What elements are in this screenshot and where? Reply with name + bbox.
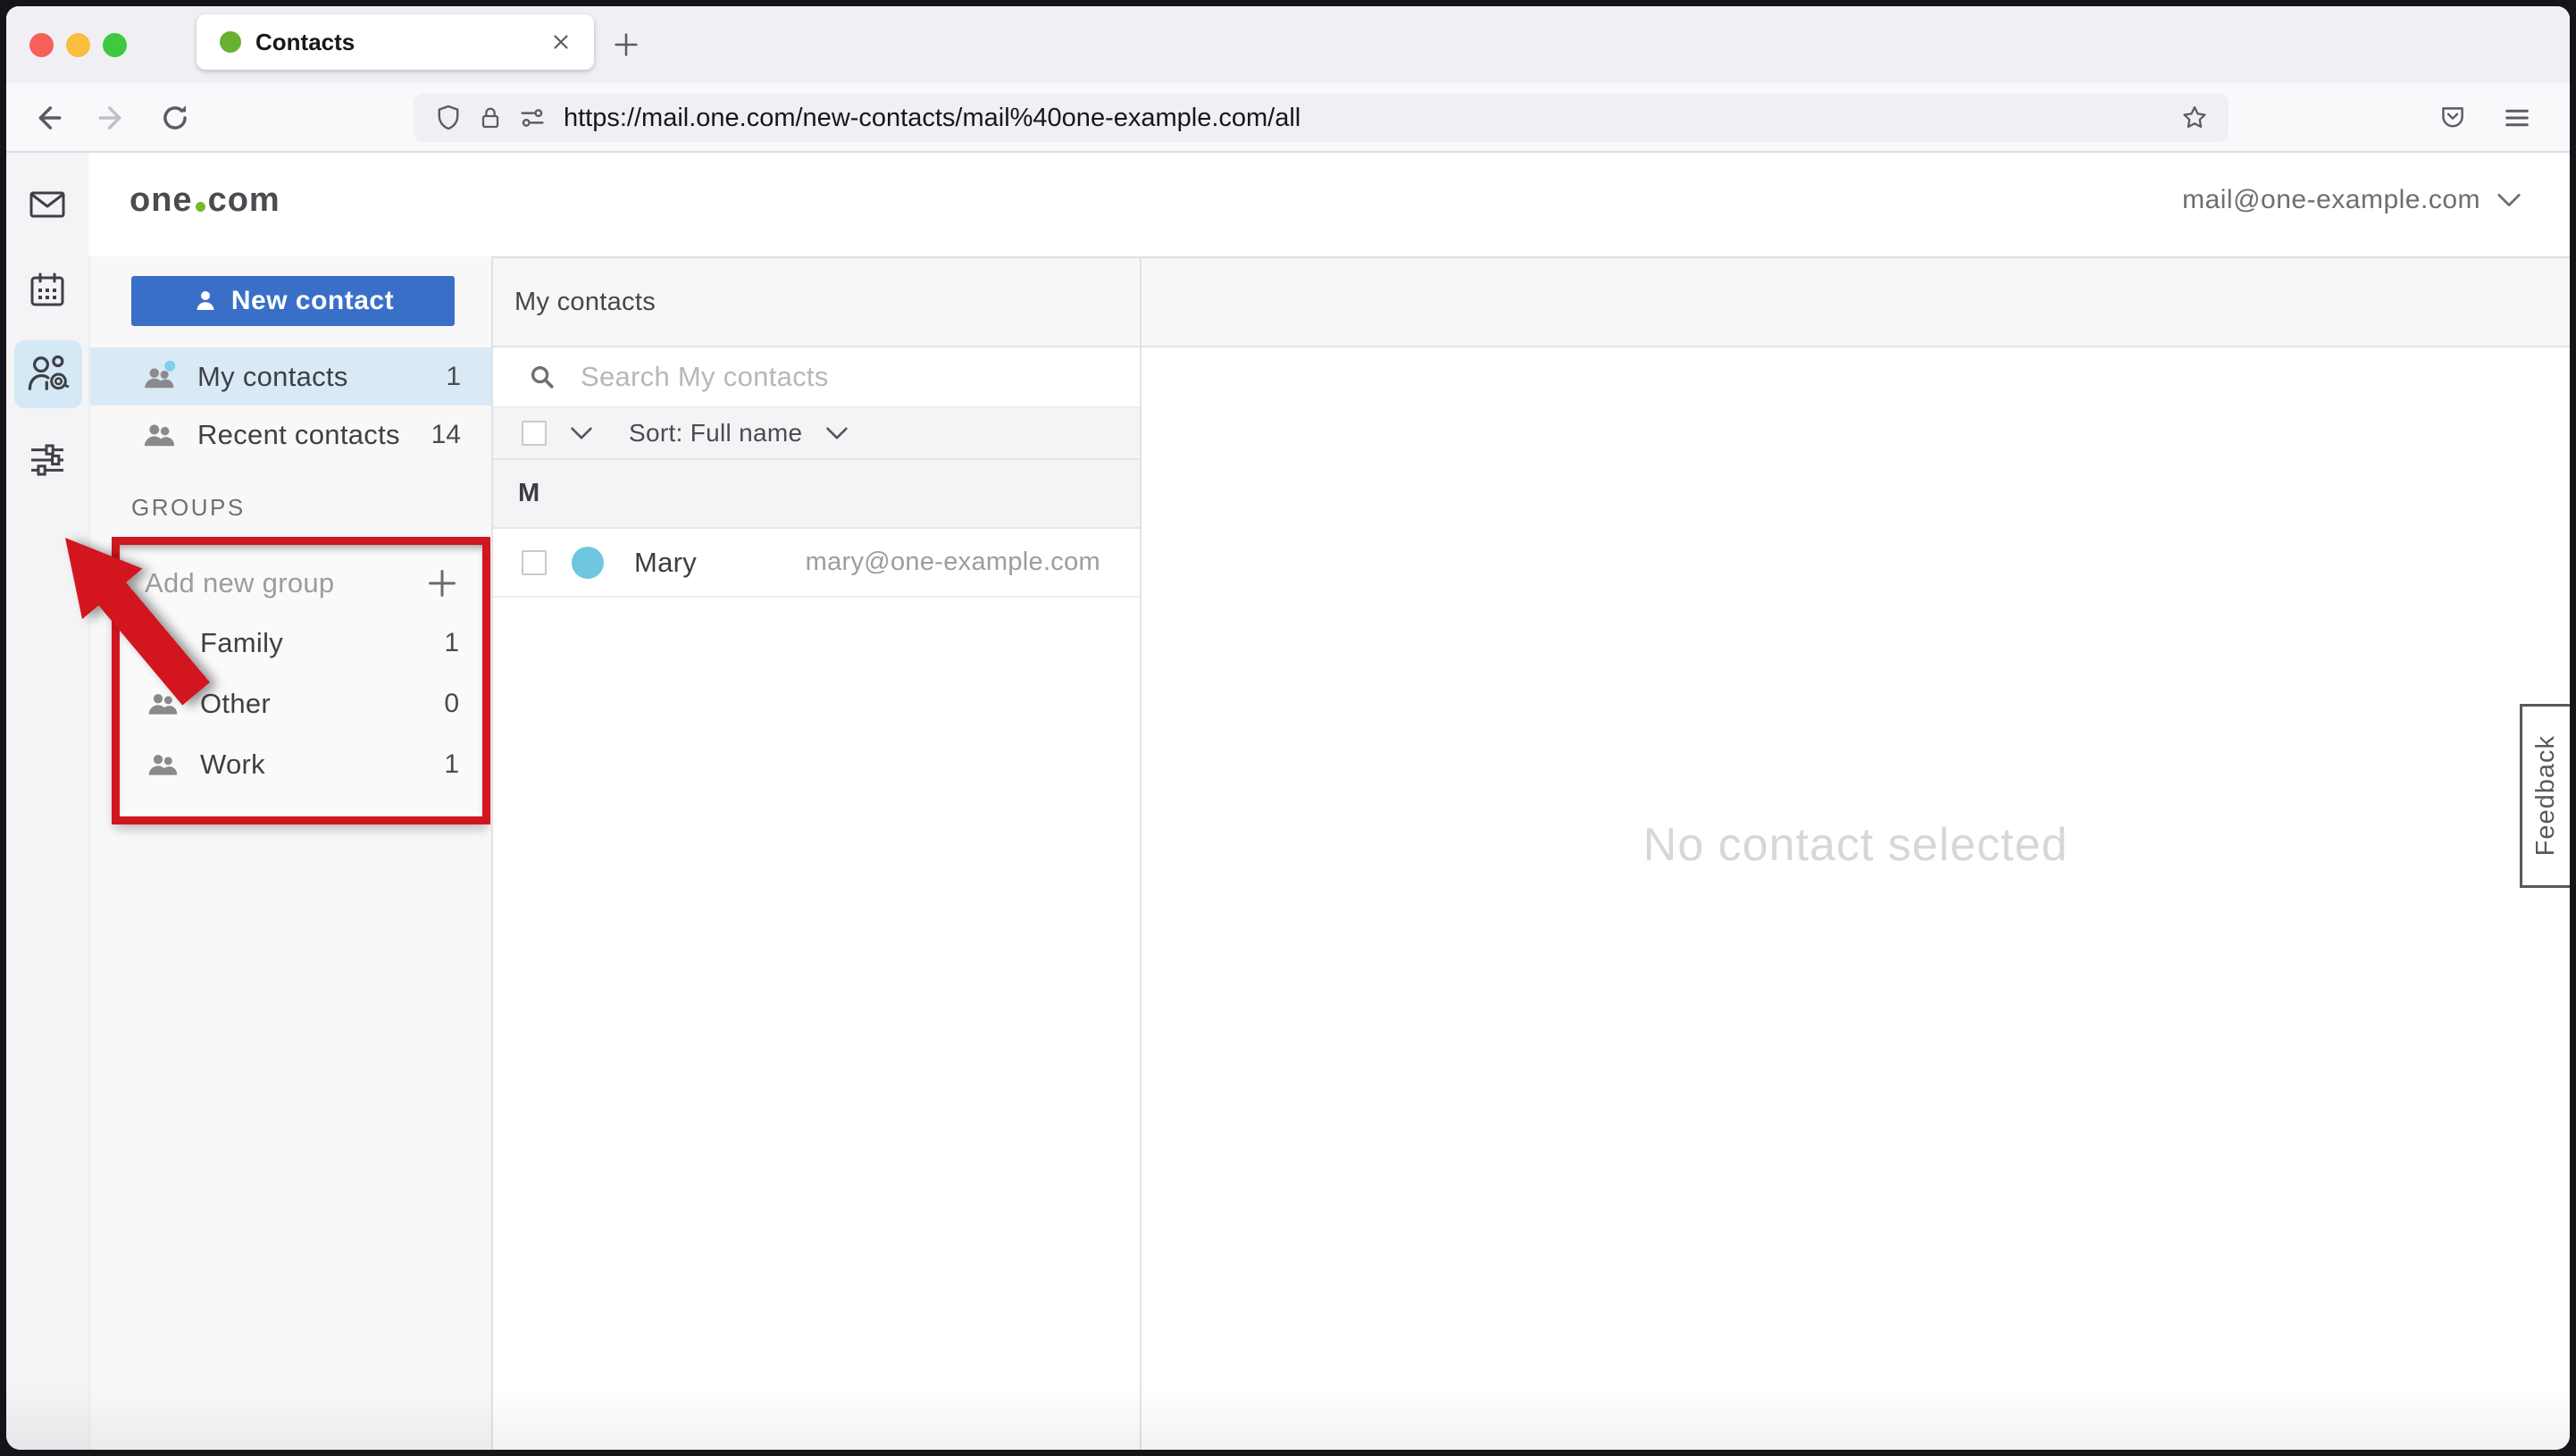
avatar xyxy=(572,547,604,579)
new-tab-button[interactable] xyxy=(606,25,646,64)
url-bar[interactable]: https://mail.one.com/new-contacts/mail%4… xyxy=(414,94,2229,142)
select-all-checkbox[interactable] xyxy=(522,421,547,446)
window-controls xyxy=(29,33,127,57)
new-contact-button[interactable]: New contact xyxy=(131,276,455,326)
shield-icon[interactable] xyxy=(433,103,464,133)
zoom-window-button[interactable] xyxy=(103,33,127,57)
plus-icon[interactable] xyxy=(425,566,459,600)
bookmark-star-icon[interactable] xyxy=(2177,100,2212,136)
menu-icon[interactable] xyxy=(2497,97,2538,138)
logo-text-left: one xyxy=(130,181,193,220)
mail-icon[interactable] xyxy=(19,176,76,233)
count-badge: 0 xyxy=(444,689,459,719)
contacts-icon[interactable] xyxy=(14,340,82,408)
pocket-icon[interactable] xyxy=(2432,97,2473,138)
letter-section-header: M xyxy=(493,460,1140,529)
sidebar-item-my-contacts[interactable]: My contacts 1 xyxy=(90,347,491,406)
lock-icon[interactable] xyxy=(476,104,505,132)
calendar-icon[interactable] xyxy=(19,262,76,319)
tab-close-icon[interactable] xyxy=(546,27,576,57)
count-badge: 14 xyxy=(431,420,461,450)
contact-checkbox[interactable] xyxy=(522,550,547,575)
app-icon-rail xyxy=(6,153,88,1450)
close-window-button[interactable] xyxy=(29,33,54,57)
add-new-group-row[interactable]: Add new group xyxy=(120,554,482,613)
count-badge: 1 xyxy=(444,749,459,780)
permissions-icon[interactable] xyxy=(517,103,548,133)
detail-panel-header xyxy=(1142,258,2570,347)
forward-icon[interactable] xyxy=(91,97,132,138)
account-dropdown[interactable]: mail@one-example.com xyxy=(2182,185,2522,215)
recent-contacts-icon xyxy=(140,416,178,454)
url-text: https://mail.one.com/new-contacts/mail%4… xyxy=(564,104,2177,133)
group-icon xyxy=(145,747,180,782)
contact-row-mary[interactable]: Mary mary@one-example.com xyxy=(493,529,1140,598)
one-com-logo[interactable]: one com xyxy=(130,181,280,220)
browser-window: Contacts https://mail.one.com/new-contac… xyxy=(6,6,2570,1450)
my-contacts-icon xyxy=(140,358,178,396)
account-email: mail@one-example.com xyxy=(2182,185,2480,215)
app-header: one com mail@one-example.com xyxy=(88,153,2570,256)
logo-text-right: com xyxy=(208,181,280,220)
navigation-bar: https://mail.one.com/new-contacts/mail%4… xyxy=(6,83,2570,153)
browser-tab-contacts[interactable]: Contacts xyxy=(197,14,594,70)
group-row-work[interactable]: Work 1 xyxy=(120,734,482,795)
back-icon[interactable] xyxy=(28,97,69,138)
chevron-down-icon[interactable] xyxy=(825,426,849,440)
feedback-tab[interactable]: Feedback xyxy=(2520,704,2570,888)
chevron-down-icon[interactable] xyxy=(570,426,593,440)
contact-email: mary@one-example.com xyxy=(806,548,1100,577)
empty-state: No contact selected xyxy=(1142,347,2570,1450)
chevron-down-icon xyxy=(2497,192,2522,208)
contacts-sidebar: New contact My contacts 1 Recent contact… xyxy=(88,256,491,1450)
sort-dropdown[interactable]: Sort: Full name xyxy=(629,419,802,448)
list-panel-title: My contacts xyxy=(514,288,656,317)
contact-name: Mary xyxy=(634,547,697,579)
group-icon xyxy=(145,625,180,661)
sort-row: Sort: Full name xyxy=(493,408,1140,460)
empty-message: No contact selected xyxy=(1643,818,2069,872)
count-badge: 1 xyxy=(444,628,459,658)
person-icon xyxy=(192,288,219,314)
site-favicon-icon xyxy=(220,31,241,53)
sidebar-item-recent-contacts[interactable]: Recent contacts 14 xyxy=(90,406,491,464)
search-input[interactable] xyxy=(581,361,1081,393)
logo-green-dot xyxy=(196,202,205,212)
group-icon xyxy=(145,686,180,722)
search-icon xyxy=(527,362,557,392)
groups-heading: GROUPS xyxy=(131,494,246,522)
group-row-family[interactable]: Family 1 xyxy=(120,613,482,674)
contact-detail-panel: No contact selected xyxy=(1140,256,2570,1450)
tab-bar: Contacts xyxy=(6,6,2570,83)
feedback-label: Feedback xyxy=(2531,735,2561,856)
settings-sliders-icon[interactable] xyxy=(19,431,76,489)
tab-title: Contacts xyxy=(255,29,546,56)
contact-list-panel: My contacts Sort: Full name M Mary mary@… xyxy=(491,256,1140,1450)
webmail-app: one com mail@one-example.com New contact… xyxy=(6,153,2570,1450)
search-row xyxy=(493,347,1140,408)
red-highlight-box: Add new group Family 1 Other 0 Work 1 xyxy=(112,537,490,824)
minimize-window-button[interactable] xyxy=(66,33,90,57)
group-row-other[interactable]: Other 0 xyxy=(120,674,482,734)
count-badge: 1 xyxy=(446,362,461,392)
reload-icon[interactable] xyxy=(155,97,196,138)
list-panel-header: My contacts xyxy=(493,258,1140,347)
